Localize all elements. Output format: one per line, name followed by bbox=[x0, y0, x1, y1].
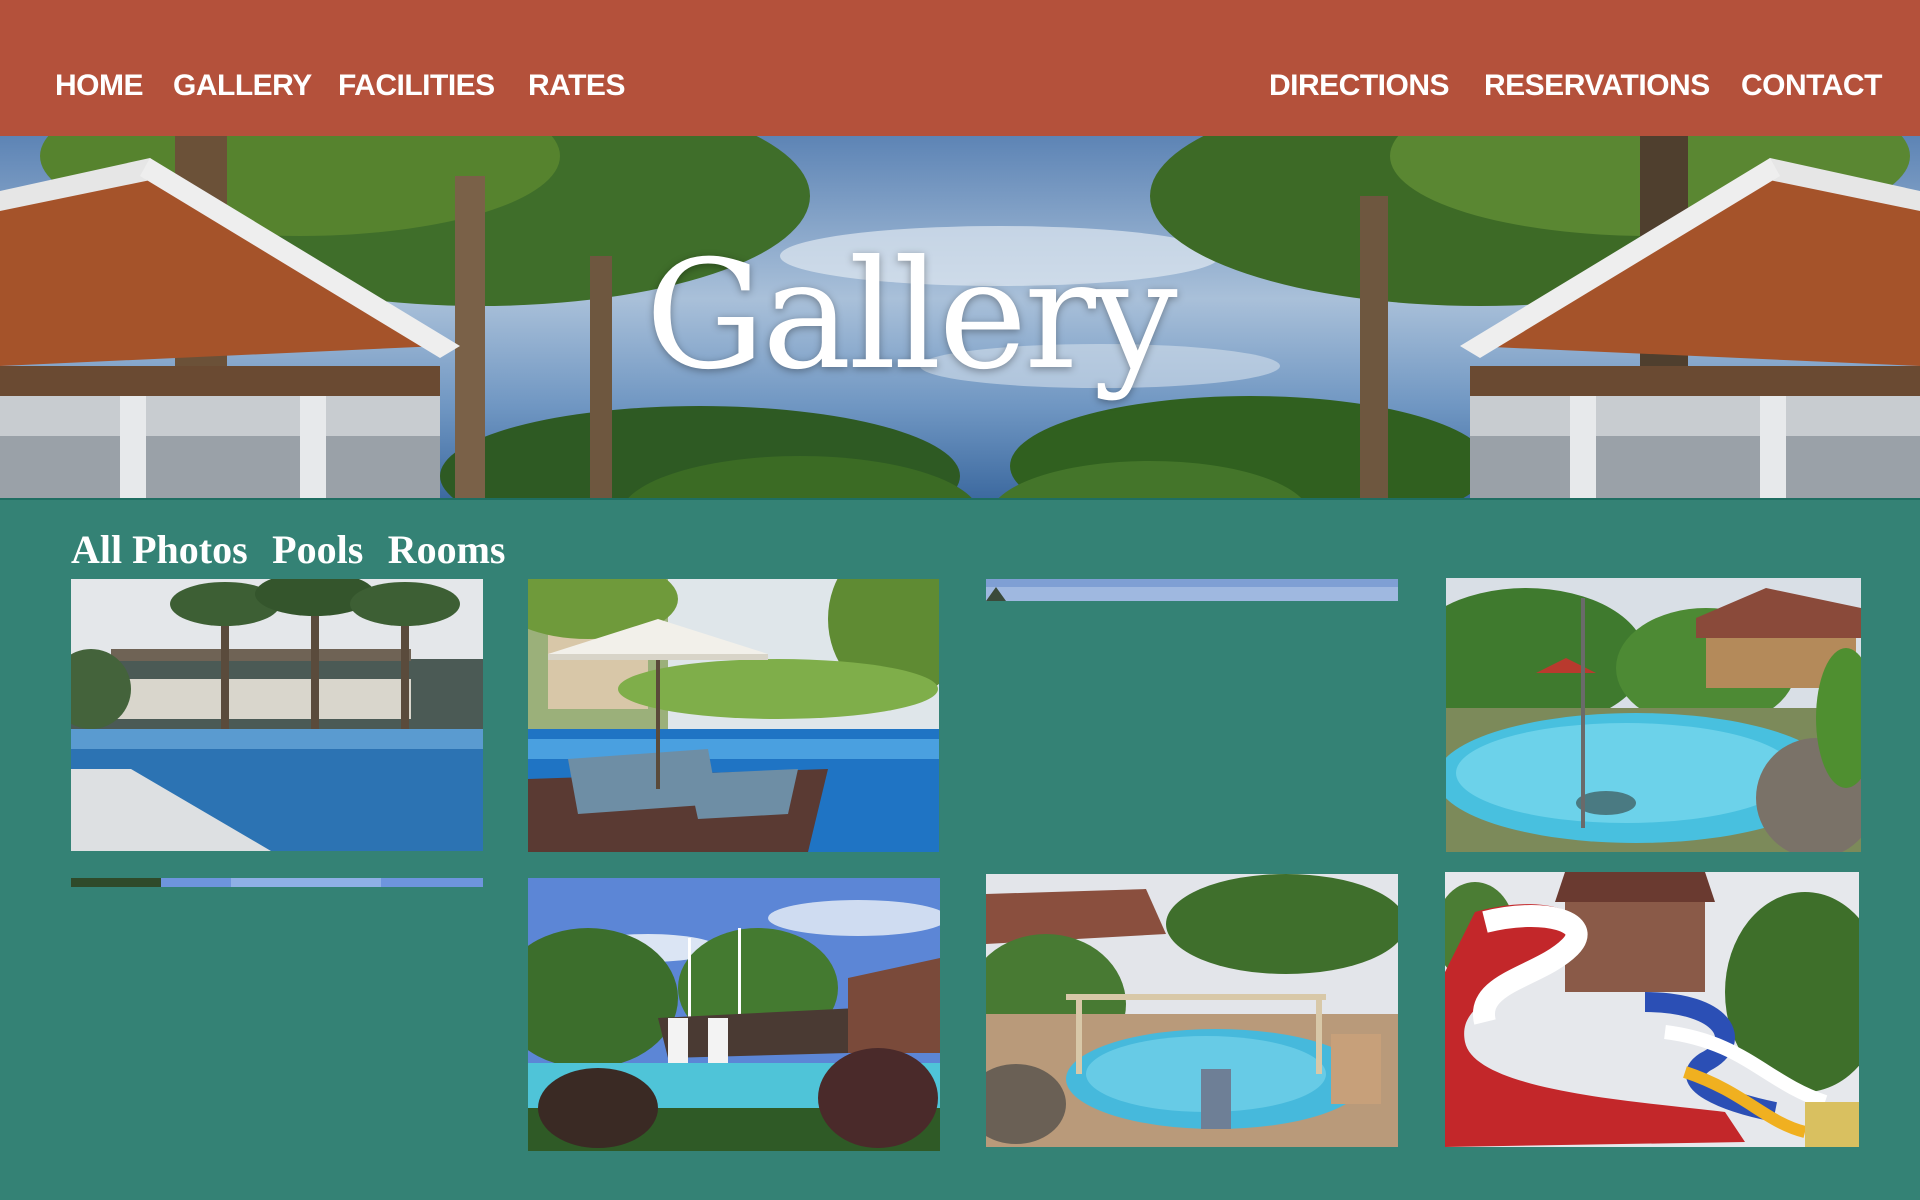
gallery-photo[interactable] bbox=[528, 878, 940, 1151]
nav-reservations-link[interactable]: RESERVATIONS bbox=[1484, 66, 1710, 106]
pool-photo-image bbox=[528, 878, 940, 1151]
top-navigation-bar: HOME GALLERY FACILITIES RATES DIRECTIONS… bbox=[0, 0, 1920, 136]
filter-all-photos[interactable]: All Photos bbox=[71, 528, 248, 572]
nav-facilities-link[interactable]: FACILITIES bbox=[338, 66, 495, 106]
gallery-photo[interactable] bbox=[71, 579, 483, 851]
sky-photo-image bbox=[986, 579, 1398, 601]
filter-rooms[interactable]: Rooms bbox=[388, 528, 506, 572]
pool-photo-image bbox=[71, 579, 483, 851]
pool-photo-image bbox=[528, 579, 939, 852]
gallery-photo[interactable] bbox=[986, 874, 1398, 1147]
nav-directions-link[interactable]: DIRECTIONS bbox=[1269, 66, 1450, 106]
nav-gallery-link[interactable]: GALLERY bbox=[173, 66, 312, 106]
pool-photo-image bbox=[986, 874, 1398, 1147]
hero-banner: Gallery bbox=[0, 136, 1920, 500]
pool-photo-image bbox=[1445, 872, 1859, 1147]
gallery-photo[interactable] bbox=[1445, 872, 1859, 1147]
gallery-filter-bar: All Photos Pools Rooms bbox=[71, 528, 526, 572]
filter-pools[interactable]: Pools bbox=[272, 528, 363, 572]
gallery-photo-partial[interactable] bbox=[986, 579, 1398, 601]
nav-contact-link[interactable]: CONTACT bbox=[1741, 66, 1882, 106]
gallery-photo-partial[interactable] bbox=[71, 878, 483, 887]
gallery-photo[interactable] bbox=[1446, 578, 1861, 852]
pool-photo-image bbox=[1446, 578, 1861, 852]
nav-home-link[interactable]: HOME bbox=[55, 66, 144, 106]
nav-rates-link[interactable]: RATES bbox=[528, 66, 625, 106]
gallery-photo[interactable] bbox=[528, 579, 939, 852]
sky-photo-image bbox=[71, 878, 483, 887]
hero-title: Gallery bbox=[645, 229, 1177, 403]
